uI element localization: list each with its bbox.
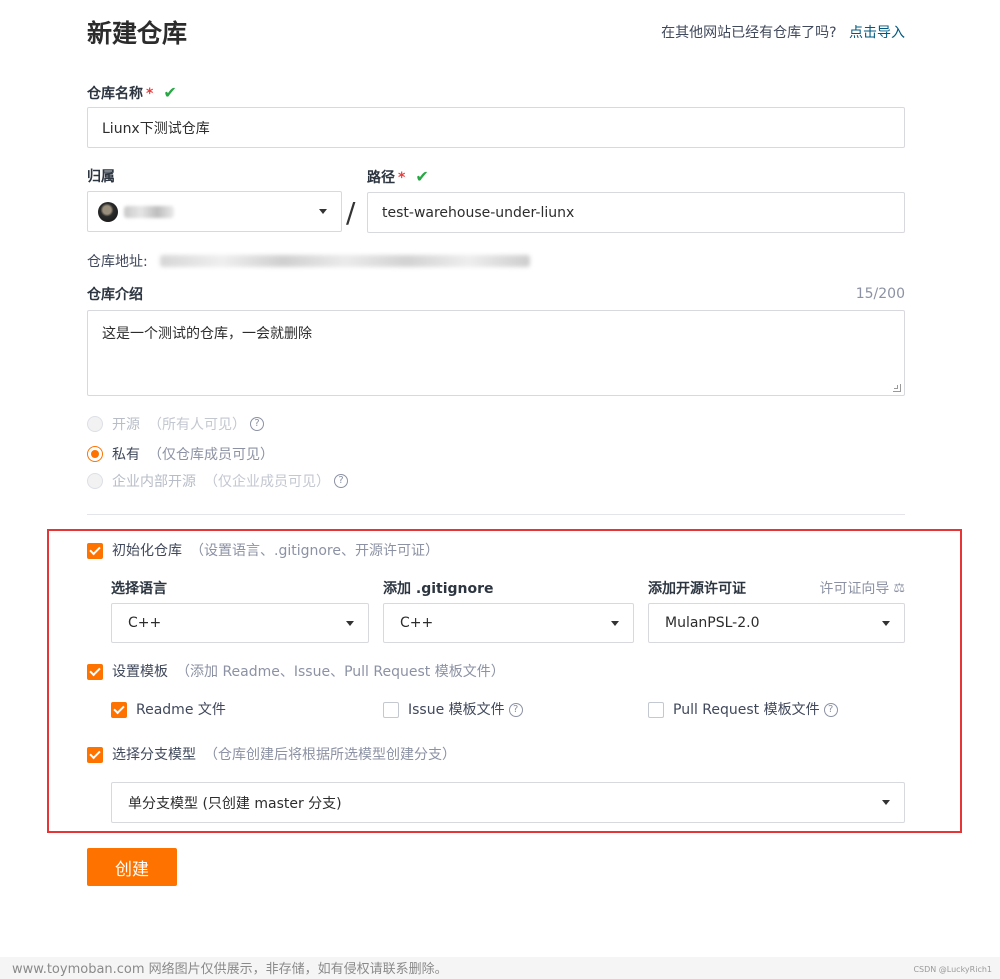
question-circle-icon[interactable]: ? [508,703,523,717]
readme-checkbox[interactable]: Readme 文件 [111,700,226,720]
scale-icon: ⚖ [893,581,905,596]
repo-name-value: Liunx下测试仓库 [102,120,210,137]
language-label: 选择语言 [111,581,167,597]
repo-address-label: 仓库地址: [87,254,148,270]
import-hint: 在其他网站已经有仓库了吗? 点击导入 [661,23,905,43]
pr-template-checkbox[interactable]: Pull Request 模板文件 ? [648,700,838,720]
radio-private[interactable] [87,446,103,462]
description-textarea[interactable]: 这是一个测试的仓库，一会就删除 [87,310,905,396]
owner-name-redacted [124,205,174,218]
char-counter: 15/200 [855,286,905,302]
credit-text: CSDN @LuckyRich1 [913,965,992,974]
description-value: 这是一个测试的仓库，一会就删除 [102,326,312,342]
required-mark: * [398,170,406,186]
repo-name-label: 仓库名称 * ✔ [87,83,177,102]
owner-select[interactable] [87,191,342,232]
checkbox[interactable] [648,702,664,718]
question-circle-icon[interactable]: ? [823,703,838,717]
license-guide-link[interactable]: 许可证向导 ⚖ [819,579,905,599]
watermark-text: www.toymoban.com 网络图片仅供展示，非存储，如有侵权请联系删除。 [12,962,448,977]
caret-down-icon [346,620,354,626]
language-select[interactable]: C++ [111,603,369,643]
page-title: 新建仓库 [87,19,188,48]
import-link[interactable]: 点击导入 [849,25,905,41]
check-icon: ✔ [163,83,177,102]
create-button[interactable]: 创建 [87,848,177,886]
resize-handle[interactable] [893,384,901,392]
import-prompt: 在其他网站已经有仓库了吗? [661,25,837,41]
visibility-option-public[interactable]: 开源 （所有人可见） ? [87,414,264,434]
owner-value [98,201,174,222]
caret-down-icon [882,620,890,626]
checkbox[interactable] [87,747,103,763]
owner-label: 归属 [87,169,115,185]
visibility-option-private[interactable]: 私有 （仅仓库成员可见） [87,444,274,464]
caret-down-icon [319,209,327,214]
question-circle-icon[interactable]: ? [334,474,348,488]
required-mark: * [146,86,154,102]
path-input[interactable]: test-warehouse-under-liunx [367,192,905,233]
caret-down-icon [882,800,890,805]
branch-model-checkbox[interactable]: 选择分支模型 （仓库创建后将根据所选模型创建分支） [87,745,456,765]
visibility-option-enterprise[interactable]: 企业内部开源 （仅企业成员可见） ? [87,471,348,491]
init-repo-checkbox[interactable]: 初始化仓库 （设置语言、.gitignore、开源许可证） [87,541,439,561]
radio-public[interactable] [87,416,103,432]
caret-down-icon [611,620,619,626]
branch-model-select[interactable]: 单分支模型 (只创建 master 分支) [111,782,905,823]
repo-name-input[interactable]: Liunx下测试仓库 [87,107,905,148]
gitignore-label: 添加 .gitignore [383,581,494,597]
avatar [98,201,118,222]
checkbox[interactable] [87,543,103,559]
issue-template-checkbox[interactable]: Issue 模板文件 ? [383,700,523,720]
divider [87,514,905,515]
path-value: test-warehouse-under-liunx [382,204,575,221]
checkbox[interactable] [111,702,127,718]
gitignore-select[interactable]: C++ [383,603,634,643]
template-checkbox[interactable]: 设置模板 （添加 Readme、Issue、Pull Request 模板文件） [87,662,505,682]
path-label: 路径 * ✔ [367,167,429,186]
repo-address-redacted [160,255,530,267]
checkbox[interactable] [383,702,399,718]
path-separator: / [346,196,356,229]
description-label: 仓库介绍 [87,287,143,303]
check-icon: ✔ [415,167,429,186]
radio-enterprise[interactable] [87,473,103,489]
license-select[interactable]: MulanPSL-2.0 [648,603,905,643]
question-circle-icon[interactable]: ? [250,417,264,431]
license-label: 添加开源许可证 [648,581,746,597]
checkbox[interactable] [87,664,103,680]
